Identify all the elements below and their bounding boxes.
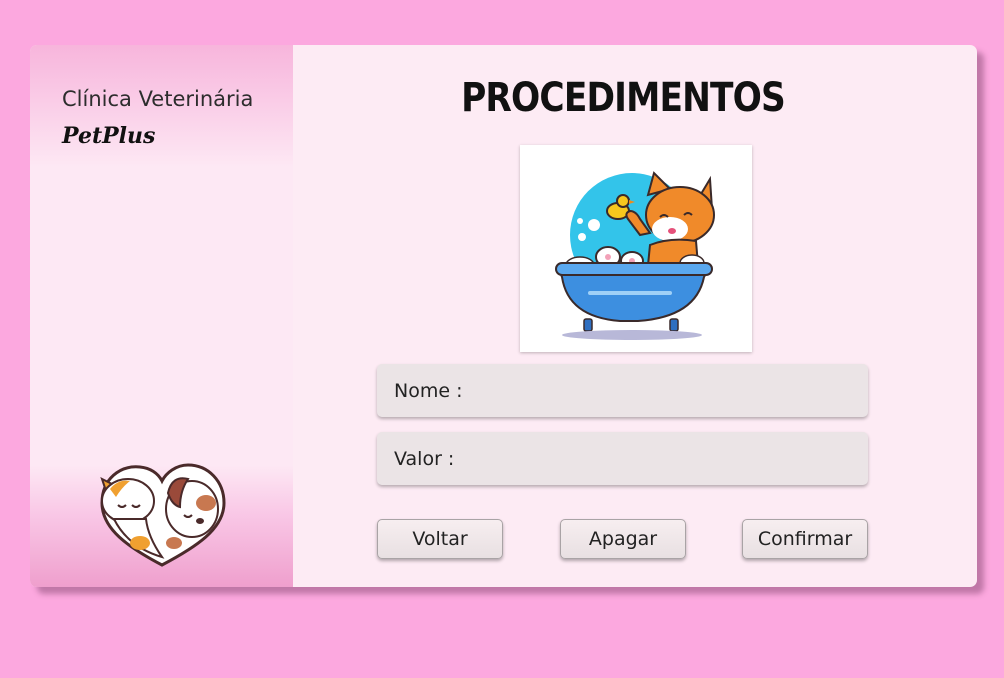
back-button[interactable]: Voltar — [377, 519, 503, 559]
valor-field[interactable]: Valor : — [377, 431, 868, 486]
nome-label: Nome : — [394, 379, 463, 402]
clinic-name: Clínica Veterinária — [62, 87, 254, 111]
nome-field[interactable]: Nome : — [377, 363, 868, 418]
brand-name: PetPlus — [62, 123, 156, 149]
cat-dog-heart-icon — [100, 463, 226, 567]
app-window: Clínica Veterinária PetPlus PROCEDIMENTO… — [30, 45, 977, 587]
page-title: PROCEDIMENTOS — [461, 75, 786, 121]
cat-in-bathtub-icon — [555, 171, 715, 340]
confirm-button[interactable]: Confirmar — [742, 519, 868, 559]
nome-input[interactable] — [468, 363, 868, 418]
valor-input[interactable] — [460, 431, 868, 486]
delete-button[interactable]: Apagar — [560, 519, 686, 559]
sidebar: Clínica Veterinária PetPlus — [30, 45, 293, 587]
hero-image — [520, 145, 752, 352]
valor-label: Valor : — [394, 447, 455, 470]
